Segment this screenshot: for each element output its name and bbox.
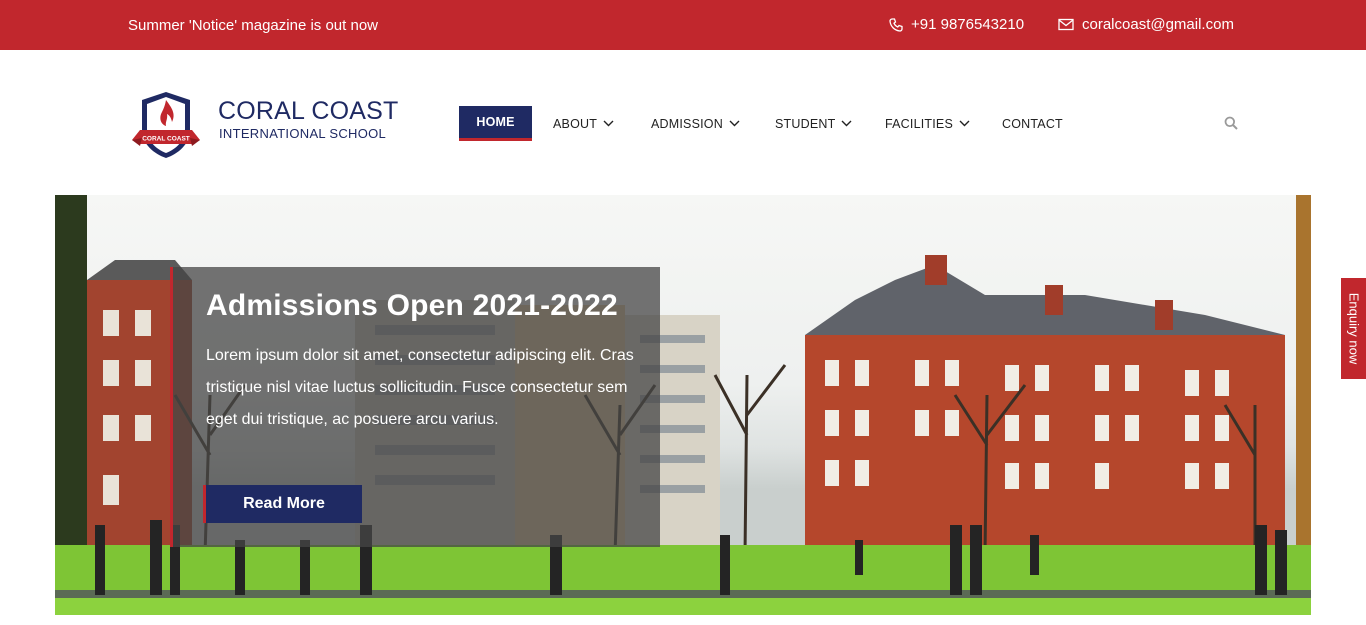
phone-icon: [889, 17, 903, 32]
hero-title: Admissions Open 2021-2022: [206, 289, 618, 322]
nav-home-label: HOME: [476, 115, 515, 129]
school-logo[interactable]: CORAL COAST: [130, 86, 202, 162]
hero-text: Lorem ipsum dolor sit amet, consectetur …: [206, 347, 634, 428]
logo-ribbon-text: CORAL COAST: [142, 136, 190, 143]
nav-about-label: ABOUT: [553, 116, 598, 131]
hero-slider: Admissions Open 2021-2022 Lorem ipsum do…: [55, 195, 1311, 615]
email-contact[interactable]: coralcoast@gmail.com: [1058, 16, 1234, 33]
nav-admission-label: ADMISSION: [651, 116, 723, 131]
read-more-button[interactable]: Read More: [203, 485, 362, 523]
enquiry-now-tab[interactable]: Enquiry now: [1341, 278, 1366, 379]
chevron-down-icon: [729, 120, 740, 127]
email-address: coralcoast@gmail.com: [1082, 16, 1234, 33]
phone-number: +91 9876543210: [911, 16, 1025, 33]
enquiry-label: Enquiry now: [1346, 292, 1362, 365]
search-icon[interactable]: [1224, 116, 1238, 130]
nav-student-label: STUDENT: [775, 116, 836, 131]
notice-text[interactable]: Summer 'Notice' magazine is out now: [128, 17, 378, 34]
nav-student[interactable]: STUDENT: [775, 106, 852, 141]
top-bar: Summer 'Notice' magazine is out now +91 …: [0, 0, 1366, 50]
nav-facilities[interactable]: FACILITIES: [885, 106, 970, 141]
nav-contact-label: CONTACT: [1002, 116, 1063, 131]
chevron-down-icon: [603, 120, 614, 127]
brand-name[interactable]: CORAL COAST: [218, 97, 398, 126]
envelope-icon: [1058, 18, 1074, 31]
phone-contact[interactable]: +91 9876543210: [889, 16, 1024, 33]
nav-home[interactable]: HOME: [459, 106, 532, 141]
nav-about[interactable]: ABOUT: [553, 106, 614, 141]
chevron-down-icon: [841, 120, 852, 127]
nav-contact[interactable]: CONTACT: [1002, 106, 1063, 141]
nav-facilities-label: FACILITIES: [885, 116, 953, 131]
brand-subtitle: INTERNATIONAL SCHOOL: [219, 126, 387, 141]
chevron-down-icon: [959, 120, 970, 127]
nav-admission[interactable]: ADMISSION: [651, 106, 740, 141]
